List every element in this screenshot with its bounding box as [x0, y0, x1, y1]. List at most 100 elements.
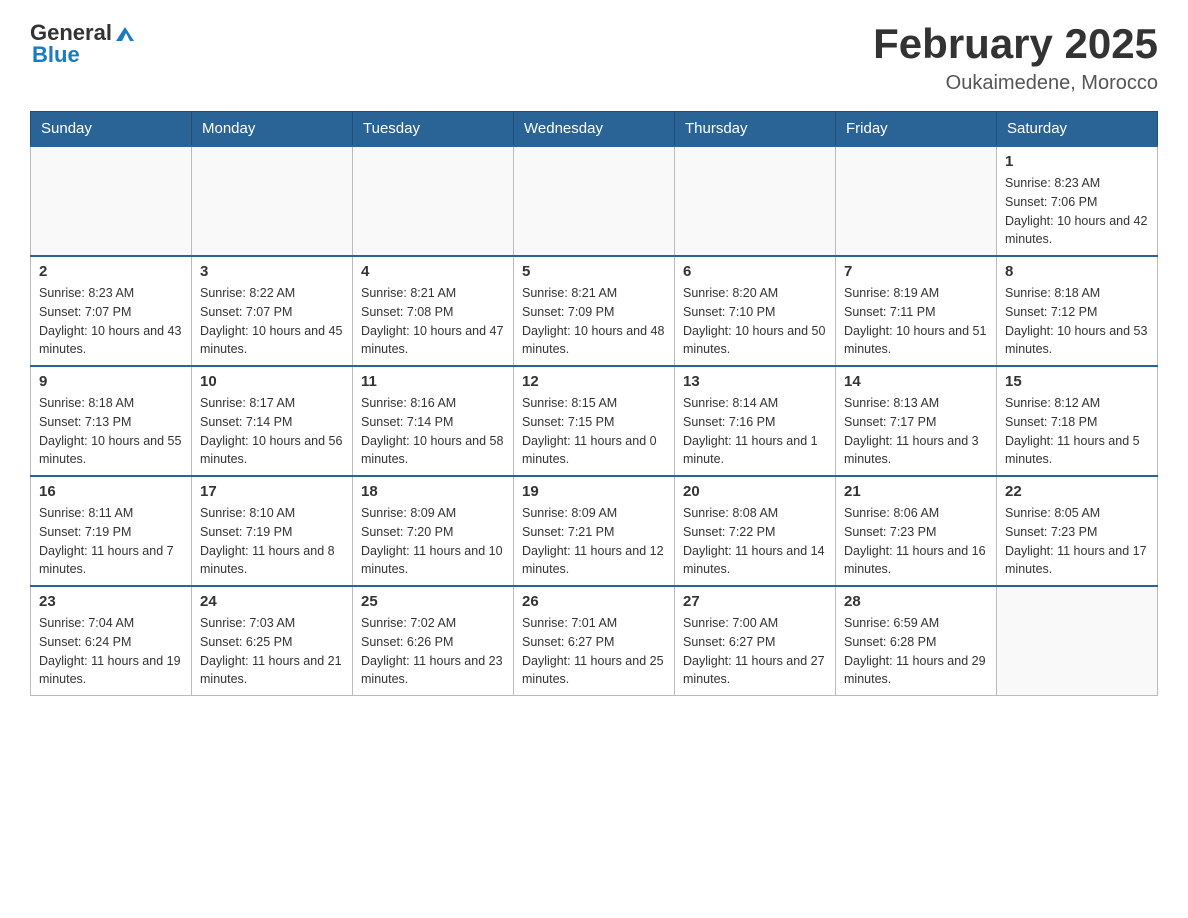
day-number: 14	[844, 373, 988, 390]
day-info: Sunrise: 8:13 AM Sunset: 7:17 PM Dayligh…	[844, 394, 988, 469]
calendar-cell: 8 Sunrise: 8:18 AM Sunset: 7:12 PM Daylig…	[997, 256, 1158, 366]
day-info: Sunrise: 8:19 AM Sunset: 7:11 PM Dayligh…	[844, 284, 988, 359]
day-number: 13	[683, 373, 827, 390]
day-number: 21	[844, 483, 988, 500]
calendar-cell: 24 Sunrise: 7:03 AM Sunset: 6:25 PM Dayli…	[192, 586, 353, 696]
weekday-header-saturday: Saturday	[997, 112, 1158, 147]
calendar-cell: 22 Sunrise: 8:05 AM Sunset: 7:23 PM Dayli…	[997, 476, 1158, 586]
calendar-cell: 11 Sunrise: 8:16 AM Sunset: 7:14 PM Dayli…	[353, 366, 514, 476]
calendar-cell: 18Sunrise: 8:09 AM Sunset: 7:20 PM Dayli…	[353, 476, 514, 586]
calendar-cell: 6 Sunrise: 8:20 AM Sunset: 7:10 PM Daylig…	[675, 256, 836, 366]
calendar-cell: 1 Sunrise: 8:23 AM Sunset: 7:06 PM Daylig…	[997, 146, 1158, 256]
day-number: 6	[683, 263, 827, 280]
weekday-header-friday: Friday	[836, 112, 997, 147]
calendar-cell: 2 Sunrise: 8:23 AM Sunset: 7:07 PM Daylig…	[31, 256, 192, 366]
weekday-header-sunday: Sunday	[31, 112, 192, 147]
calendar-cell	[353, 146, 514, 256]
day-info: Sunrise: 7:03 AM Sunset: 6:25 PM Dayligh…	[200, 614, 344, 689]
day-number: 8	[1005, 263, 1149, 280]
day-info: Sunrise: 8:06 AM Sunset: 7:23 PM Dayligh…	[844, 504, 988, 579]
day-info: Sunrise: 8:16 AM Sunset: 7:14 PM Dayligh…	[361, 394, 505, 469]
day-number: 22	[1005, 483, 1149, 500]
weekday-header-monday: Monday	[192, 112, 353, 147]
day-info: Sunrise: 8:11 AM Sunset: 7:19 PM Dayligh…	[39, 504, 183, 579]
calendar-cell: 25 Sunrise: 7:02 AM Sunset: 6:26 PM Dayli…	[353, 586, 514, 696]
day-info: Sunrise: 8:10 AM Sunset: 7:19 PM Dayligh…	[200, 504, 344, 579]
day-info: Sunrise: 8:18 AM Sunset: 7:13 PM Dayligh…	[39, 394, 183, 469]
weekday-header-tuesday: Tuesday	[353, 112, 514, 147]
day-info: Sunrise: 8:14 AM Sunset: 7:16 PM Dayligh…	[683, 394, 827, 469]
day-info: Sunrise: 8:17 AM Sunset: 7:14 PM Dayligh…	[200, 394, 344, 469]
calendar-week-row: 1 Sunrise: 8:23 AM Sunset: 7:06 PM Daylig…	[31, 146, 1158, 256]
day-info: Sunrise: 8:15 AM Sunset: 7:15 PM Dayligh…	[522, 394, 666, 469]
day-number: 24	[200, 593, 344, 610]
calendar-cell: 16 Sunrise: 8:11 AM Sunset: 7:19 PM Dayli…	[31, 476, 192, 586]
calendar-cell: 13 Sunrise: 8:14 AM Sunset: 7:16 PM Dayli…	[675, 366, 836, 476]
day-number: 2	[39, 263, 183, 280]
day-info: Sunrise: 8:23 AM Sunset: 7:06 PM Dayligh…	[1005, 174, 1149, 249]
calendar-cell: 7 Sunrise: 8:19 AM Sunset: 7:11 PM Daylig…	[836, 256, 997, 366]
day-info: Sunrise: 7:02 AM Sunset: 6:26 PM Dayligh…	[361, 614, 505, 689]
calendar-cell: 21 Sunrise: 8:06 AM Sunset: 7:23 PM Dayli…	[836, 476, 997, 586]
day-number: 11	[361, 373, 505, 390]
calendar-cell: 28 Sunrise: 6:59 AM Sunset: 6:28 PM Dayli…	[836, 586, 997, 696]
day-number: 28	[844, 593, 988, 610]
calendar-cell	[31, 146, 192, 256]
calendar-cell: 14 Sunrise: 8:13 AM Sunset: 7:17 PM Dayli…	[836, 366, 997, 476]
day-number: 16	[39, 483, 183, 500]
calendar-cell: 12 Sunrise: 8:15 AM Sunset: 7:15 PM Dayli…	[514, 366, 675, 476]
calendar-cell: 5Sunrise: 8:21 AM Sunset: 7:09 PM Daylig…	[514, 256, 675, 366]
calendar-cell: 27 Sunrise: 7:00 AM Sunset: 6:27 PM Dayli…	[675, 586, 836, 696]
calendar-week-row: 2 Sunrise: 8:23 AM Sunset: 7:07 PM Daylig…	[31, 256, 1158, 366]
day-info: Sunrise: 7:04 AM Sunset: 6:24 PM Dayligh…	[39, 614, 183, 689]
calendar-cell	[836, 146, 997, 256]
day-number: 25	[361, 593, 505, 610]
weekday-header-thursday: Thursday	[675, 112, 836, 147]
day-info: Sunrise: 7:01 AM Sunset: 6:27 PM Dayligh…	[522, 614, 666, 689]
location: Oukaimedene, Morocco	[873, 72, 1158, 95]
day-info: Sunrise: 8:23 AM Sunset: 7:07 PM Dayligh…	[39, 284, 183, 359]
day-info: Sunrise: 8:12 AM Sunset: 7:18 PM Dayligh…	[1005, 394, 1149, 469]
day-info: Sunrise: 7:00 AM Sunset: 6:27 PM Dayligh…	[683, 614, 827, 689]
day-number: 26	[522, 593, 666, 610]
day-info: Sunrise: 8:18 AM Sunset: 7:12 PM Dayligh…	[1005, 284, 1149, 359]
calendar-cell	[514, 146, 675, 256]
day-number: 1	[1005, 153, 1149, 170]
day-info: Sunrise: 8:20 AM Sunset: 7:10 PM Dayligh…	[683, 284, 827, 359]
day-info: Sunrise: 8:09 AM Sunset: 7:21 PM Dayligh…	[522, 504, 666, 579]
calendar-cell: 10 Sunrise: 8:17 AM Sunset: 7:14 PM Dayli…	[192, 366, 353, 476]
calendar-cell: 23 Sunrise: 7:04 AM Sunset: 6:24 PM Dayli…	[31, 586, 192, 696]
day-number: 9	[39, 373, 183, 390]
day-number: 19	[522, 483, 666, 500]
day-number: 17	[200, 483, 344, 500]
day-info: Sunrise: 8:05 AM Sunset: 7:23 PM Dayligh…	[1005, 504, 1149, 579]
calendar-week-row: 16 Sunrise: 8:11 AM Sunset: 7:19 PM Dayli…	[31, 476, 1158, 586]
calendar-week-row: 23 Sunrise: 7:04 AM Sunset: 6:24 PM Dayli…	[31, 586, 1158, 696]
day-number: 3	[200, 263, 344, 280]
day-number: 27	[683, 593, 827, 610]
calendar-cell: 9 Sunrise: 8:18 AM Sunset: 7:13 PM Daylig…	[31, 366, 192, 476]
calendar-cell	[997, 586, 1158, 696]
calendar-table: SundayMondayTuesdayWednesdayThursdayFrid…	[30, 111, 1158, 696]
logo-text-blue: Blue	[32, 42, 80, 68]
day-info: Sunrise: 8:21 AM Sunset: 7:09 PM Dayligh…	[522, 284, 666, 359]
day-number: 7	[844, 263, 988, 280]
title-section: February 2025 Oukaimedene, Morocco	[873, 20, 1158, 95]
calendar-cell: 19 Sunrise: 8:09 AM Sunset: 7:21 PM Dayli…	[514, 476, 675, 586]
calendar-cell	[675, 146, 836, 256]
calendar-cell: 20Sunrise: 8:08 AM Sunset: 7:22 PM Dayli…	[675, 476, 836, 586]
day-number: 10	[200, 373, 344, 390]
calendar-cell: 15 Sunrise: 8:12 AM Sunset: 7:18 PM Dayli…	[997, 366, 1158, 476]
calendar-cell: 26 Sunrise: 7:01 AM Sunset: 6:27 PM Dayli…	[514, 586, 675, 696]
day-number: 12	[522, 373, 666, 390]
weekday-header-wednesday: Wednesday	[514, 112, 675, 147]
day-info: Sunrise: 8:22 AM Sunset: 7:07 PM Dayligh…	[200, 284, 344, 359]
calendar-cell: 4Sunrise: 8:21 AM Sunset: 7:08 PM Daylig…	[353, 256, 514, 366]
day-number: 15	[1005, 373, 1149, 390]
day-number: 23	[39, 593, 183, 610]
weekday-header-row: SundayMondayTuesdayWednesdayThursdayFrid…	[31, 112, 1158, 147]
month-title: February 2025	[873, 20, 1158, 68]
calendar-week-row: 9 Sunrise: 8:18 AM Sunset: 7:13 PM Daylig…	[31, 366, 1158, 476]
calendar-cell: 3 Sunrise: 8:22 AM Sunset: 7:07 PM Daylig…	[192, 256, 353, 366]
day-info: Sunrise: 6:59 AM Sunset: 6:28 PM Dayligh…	[844, 614, 988, 689]
